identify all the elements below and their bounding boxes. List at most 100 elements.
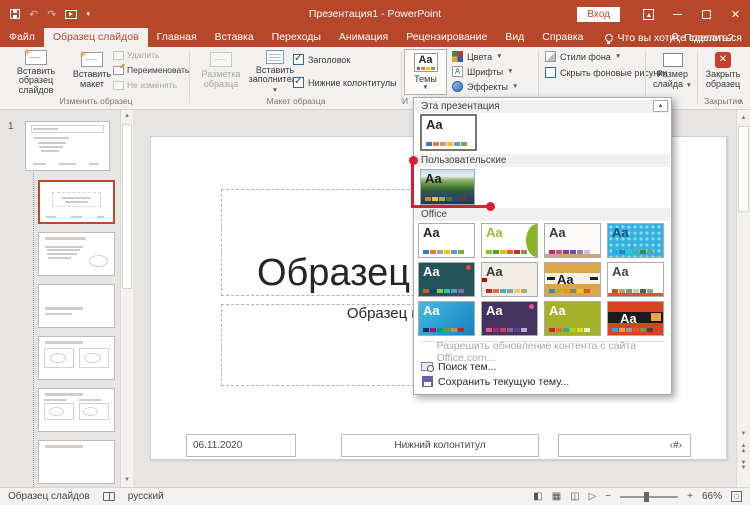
ribbon-display-options-icon [643, 9, 654, 20]
placeholder-icon [266, 50, 284, 64]
slide-number-placeholder[interactable]: ‹#› [558, 434, 691, 457]
office-theme-tile-8[interactable]: Aa [607, 262, 664, 297]
close-master-view-button[interactable]: ✕ Закрытьобразец [700, 49, 746, 95]
this-presentation-theme[interactable]: Aa [420, 114, 477, 151]
gallery-scroll-up-icon[interactable]: ▲ [653, 100, 668, 112]
slide-thumbnail-5[interactable] [38, 336, 115, 380]
slide-thumbnail-6[interactable] [38, 388, 115, 432]
insert-layout-button[interactable]: Вставитьмакет [70, 49, 114, 95]
custom-theme[interactable]: Aa [420, 169, 475, 205]
zoom-level[interactable]: 66% [702, 491, 722, 502]
tab-3[interactable]: Вставка [206, 28, 263, 47]
menu-save-current-theme[interactable]: Сохранить текущую тему... [414, 374, 671, 389]
minimize-button[interactable] [663, 0, 692, 28]
master-number: 1 [8, 121, 14, 132]
fit-slide-to-window-icon[interactable] [731, 491, 742, 502]
tab-1[interactable]: Образец слайдов [44, 28, 148, 47]
zoom-slider-thumb[interactable] [644, 492, 649, 502]
person-icon [669, 33, 679, 43]
fonts-button[interactable]: AШрифты▼ [452, 66, 514, 77]
tab-2[interactable]: Главная [148, 28, 206, 47]
delete-button[interactable]: Удалить [113, 50, 159, 60]
office-theme-tile-6[interactable]: Aa [481, 262, 538, 297]
panel-scrollbar-thumb[interactable] [122, 124, 132, 289]
date-placeholder[interactable]: 06.11.2020 [186, 434, 296, 457]
redo-icon[interactable]: ↷ [47, 8, 56, 21]
group-label-master-layout: Макет образца [192, 96, 400, 106]
office-theme-tile-10[interactable]: Aa [481, 301, 538, 336]
panel-scrollbar[interactable]: ▲ ▼ [120, 110, 133, 487]
tab-5[interactable]: Анимация [330, 28, 397, 47]
group-label-edit-master: Изменить образец [4, 96, 188, 106]
insert-slide-master-button[interactable]: Вставитьобразец слайдов [2, 49, 70, 95]
theme-color-strip [426, 142, 467, 146]
maximize-button[interactable] [692, 0, 721, 28]
tab-8[interactable]: Справка [533, 28, 592, 47]
start-slideshow-icon[interactable] [65, 10, 77, 19]
background-styles-button[interactable]: Стили фона▼ [545, 51, 621, 62]
slideshow-button[interactable]: ▷ [589, 491, 597, 502]
undo-icon[interactable]: ↶ [29, 8, 38, 21]
background-styles-icon [545, 51, 556, 62]
preserve-button[interactable]: Не изменять [113, 80, 177, 90]
tab-4[interactable]: Переходы [263, 28, 330, 47]
office-theme-tile-11[interactable]: Aa [544, 301, 601, 336]
footers-checkbox[interactable]: Нижние колонтитулы [293, 77, 397, 88]
office-theme-tile-4[interactable]: Aa [607, 223, 664, 258]
editor-scrollbar[interactable]: ▲ ▼ ▲▲ ▼▼ [736, 110, 750, 487]
menu-enable-content-updates[interactable]: Разрешить обновление контента с сайта Of… [414, 344, 671, 359]
scroll-up-icon[interactable]: ▲ [121, 110, 133, 123]
tab-6[interactable]: Рецензирование [397, 28, 496, 47]
slide-thumbnail-7[interactable] [38, 440, 115, 484]
slide-sorter-button[interactable]: ▦ [552, 491, 561, 502]
share-button[interactable]: Поделиться [669, 28, 742, 47]
office-theme-tile-7[interactable]: Aa [544, 262, 601, 297]
browse-themes-icon [421, 362, 433, 371]
zoom-in-button[interactable]: + [687, 491, 693, 502]
slide-thumbnail-1[interactable] [25, 121, 110, 171]
office-theme-tile-5[interactable]: Aa [418, 262, 475, 297]
normal-view-button[interactable]: ◧ [533, 491, 542, 502]
section-custom: Пользовательские [415, 154, 670, 167]
scroll-down-icon[interactable]: ▼ [121, 474, 133, 487]
save-theme-icon [422, 376, 433, 387]
zoom-slider[interactable] [620, 496, 678, 498]
office-theme-tile-12[interactable]: Aa [607, 301, 664, 336]
office-theme-tile-3[interactable]: Aa [544, 223, 601, 258]
annotation-line-horizontal [412, 205, 491, 208]
footer-placeholder[interactable]: Нижний колонтитул [341, 434, 539, 457]
scroll-up-icon[interactable]: ▲ [737, 112, 750, 125]
sign-in-button[interactable]: Вход [577, 7, 620, 22]
editor-scrollbar-thumb[interactable] [738, 126, 749, 212]
themes-button[interactable]: Aa Темы ▼ [404, 49, 447, 95]
save-icon[interactable] [10, 9, 20, 19]
dropdown-arrow-icon: ▼ [686, 82, 692, 89]
slide-thumbnail-4[interactable] [38, 284, 115, 328]
spellcheck-icon[interactable] [103, 492, 115, 501]
zoom-out-button[interactable]: − [605, 491, 611, 502]
scroll-down-icon[interactable]: ▼ [737, 428, 750, 441]
master-layout-button[interactable]: Разметкаобразца [196, 49, 246, 95]
colors-button[interactable]: Цвета▼ [452, 51, 503, 62]
previous-slide-button[interactable]: ▲▲ [737, 444, 750, 457]
reading-view-button[interactable]: ◫ [570, 491, 579, 502]
slide-size-button[interactable]: Размер слайда ▼ [649, 49, 696, 95]
office-theme-tile-2[interactable]: Aa [481, 223, 538, 258]
customize-quick-access-icon[interactable]: ▾ [86, 10, 90, 18]
view-status[interactable]: Образец слайдов [8, 491, 90, 502]
theme-color-strip [425, 197, 466, 201]
next-slide-button[interactable]: ▼▼ [737, 461, 750, 474]
close-button[interactable]: ✕ [721, 0, 750, 28]
slide-thumbnail-3[interactable] [38, 232, 115, 276]
effects-button[interactable]: Эффекты▼ [452, 81, 518, 92]
collapse-ribbon-button[interactable]: ˄ [735, 97, 747, 107]
language-status[interactable]: русский [128, 491, 164, 502]
office-theme-tile-9[interactable]: Aa [418, 301, 475, 336]
rename-button[interactable]: Переименовать [113, 65, 189, 75]
tab-7[interactable]: Вид [496, 28, 533, 47]
office-theme-tile-1[interactable]: Aa [418, 223, 475, 258]
ribbon-display-options-button[interactable] [634, 0, 663, 28]
title-checkbox[interactable]: Заголовок [293, 54, 350, 65]
slide-thumbnail-2[interactable] [38, 180, 115, 224]
tab-file[interactable]: Файл [0, 28, 44, 47]
